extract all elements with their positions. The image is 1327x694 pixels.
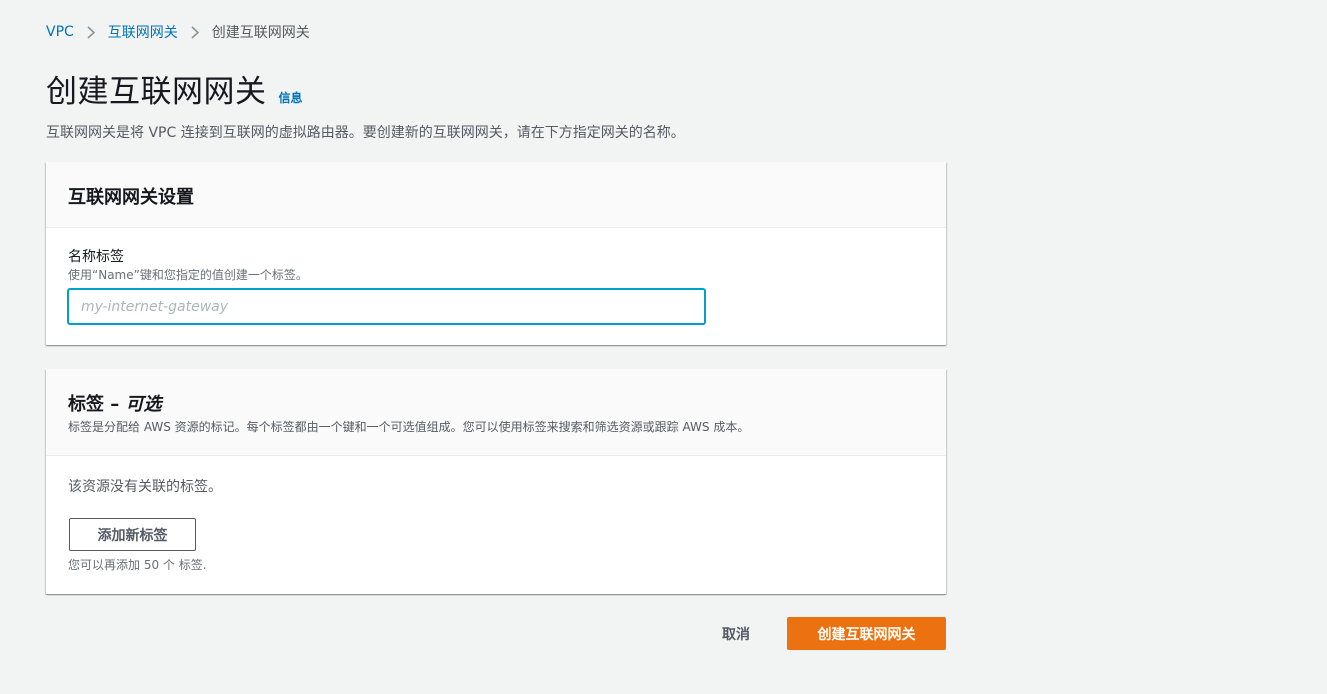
name-tag-description: 使用“Name”键和您指定的值创建一个标签。 [68,268,308,282]
breadcrumb-current: 创建互联网网关 [211,25,310,41]
settings-panel-title: 互联网网关设置 [68,187,194,208]
gateway-settings-panel: 互联网网关设置 名称标签 使用“Name”键和您指定的值创建一个标签。 [46,162,946,345]
tags-panel-description: 标签是分配给 AWS 资源的标记。每个标签都由一个键和一个可选值组成。您可以使用… [68,420,750,434]
tags-panel: 标签 – 可选 标签是分配给 AWS 资源的标记。每个标签都由一个键和一个可选值… [46,369,946,594]
page-title: 创建互联网网关 [46,74,267,110]
tags-panel-title-text: 标签 – [68,394,126,415]
tags-panel-optional: 可选 [125,394,162,415]
settings-panel-header: 互联网网关设置 [46,162,946,228]
tags-panel-header: 标签 – 可选 标签是分配给 AWS 资源的标记。每个标签都由一个键和一个可选值… [46,369,946,456]
name-tag-input[interactable] [68,289,705,324]
page-description: 互联网网关是将 VPC 连接到互联网的虚拟路由器。要创建新的互联网网关，请在下方… [46,125,685,141]
info-link[interactable]: 信息 [279,89,303,106]
tag-limit-text: 您可以再添加 50 个 标签. [68,558,207,572]
breadcrumb-internet-gateways-link[interactable]: 互联网网关 [108,22,178,42]
create-internet-gateway-button[interactable]: 创建互联网网关 [787,617,946,650]
chevron-right-icon [87,25,95,39]
cancel-button[interactable]: 取消 [701,617,771,650]
chevron-right-icon [191,25,199,39]
name-tag-label: 名称标签 [68,249,124,265]
tags-panel-title: 标签 – 可选 [68,390,162,416]
breadcrumb: VPC 互联网网关 创建互联网网关 [46,22,310,42]
title-row: 创建互联网网关 信息 [46,66,303,111]
add-tag-button[interactable]: 添加新标签 [69,518,196,551]
breadcrumb-vpc-link[interactable]: VPC [46,24,74,40]
no-tags-message: 该资源没有关联的标签。 [68,479,222,495]
